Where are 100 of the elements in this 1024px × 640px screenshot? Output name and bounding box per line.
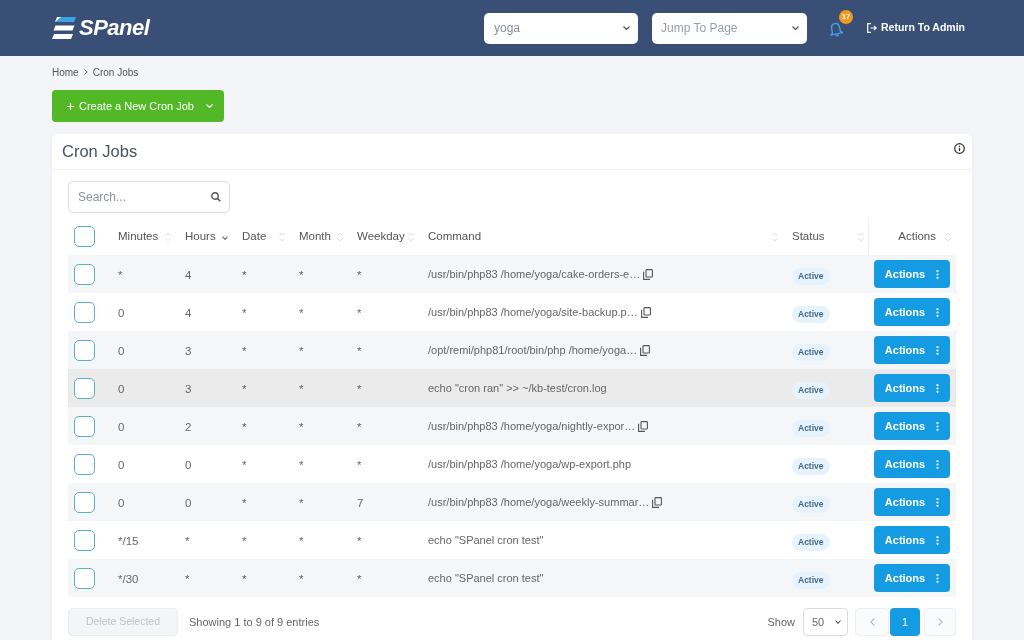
month-value: *: [299, 459, 304, 471]
command-text: /usr/bin/php83 /home/yoga/nightly-expor…: [428, 418, 636, 434]
actions-button[interactable]: Actions: [874, 526, 950, 554]
breadcrumb-current: Cron Jobs: [92, 65, 139, 80]
command-text: /usr/bin/php83 /home/yoga/site-backup.p…: [428, 304, 638, 320]
logo-text: SPanel: [79, 17, 150, 39]
command-text: /usr/bin/php83 /home/yoga/wp-export.php: [428, 456, 632, 472]
column-header[interactable]: Weekday: [347, 218, 418, 255]
exit-icon: [867, 23, 877, 33]
date-value: *: [242, 307, 247, 319]
entries-summary: Showing 1 to 9 of 9 entries: [189, 614, 320, 630]
return-to-admin-link[interactable]: Return To Admin: [867, 20, 965, 36]
weekday-value: *: [357, 345, 362, 357]
search-field[interactable]: Search...: [68, 181, 230, 213]
checkbox[interactable]: [74, 491, 95, 513]
weekday-value: 7: [357, 497, 364, 509]
show-label: Show: [767, 614, 795, 630]
month-value: *: [299, 535, 304, 547]
more-vertical-icon: [936, 573, 940, 583]
more-vertical-icon: [936, 269, 940, 279]
month-value: *: [299, 421, 304, 433]
actions-button[interactable]: Actions: [874, 488, 950, 516]
column-header[interactable]: Month: [289, 218, 347, 255]
status-badge: Active: [792, 268, 830, 285]
hour-value: 4: [185, 307, 192, 319]
chevron-right-icon: [83, 69, 88, 75]
more-vertical-icon: [936, 383, 940, 393]
actions-button[interactable]: Actions: [874, 374, 950, 402]
status-badge: Active: [792, 496, 830, 513]
command-text: /usr/bin/php83 /home/yoga/weekly-summar…: [428, 494, 650, 510]
weekday-value: *: [357, 383, 362, 395]
more-vertical-icon: [936, 535, 940, 545]
copy-icon[interactable]: [638, 420, 649, 432]
month-value: *: [299, 383, 304, 395]
checkbox[interactable]: [74, 377, 95, 399]
chevron-left-icon: [869, 618, 875, 626]
status-badge: Active: [792, 572, 830, 589]
actions-button[interactable]: Actions: [874, 564, 950, 592]
copy-icon[interactable]: [640, 306, 651, 318]
bell-icon[interactable]: [829, 22, 843, 37]
breadcrumb-link[interactable]: Home: [52, 64, 79, 80]
page-size-select[interactable]: 50: [803, 608, 848, 636]
logo-icon: [52, 17, 76, 39]
column-header[interactable]: Date: [232, 218, 289, 255]
create-cron-job-button[interactable]: Create a New Cron Job: [52, 90, 224, 122]
minute-value: 0: [118, 307, 125, 319]
page-button[interactable]: 1: [890, 608, 920, 636]
status-badge: Active: [792, 306, 830, 323]
weekday-value: *: [357, 421, 362, 433]
checkbox[interactable]: [74, 263, 95, 285]
month-value: *: [299, 497, 304, 509]
checkbox[interactable]: [74, 415, 95, 437]
chevron-down-icon: [205, 104, 213, 108]
status-badge: Active: [792, 420, 830, 437]
chevron-down-icon: [835, 620, 841, 624]
more-vertical-icon: [936, 497, 940, 507]
more-vertical-icon: [936, 307, 940, 317]
info-icon[interactable]: [954, 143, 965, 154]
checkbox[interactable]: [74, 339, 95, 361]
checkbox[interactable]: [74, 301, 95, 323]
date-value: *: [242, 345, 247, 357]
checkbox[interactable]: [74, 453, 95, 475]
minute-value: 0: [118, 345, 125, 357]
minute-value: 0: [118, 421, 125, 433]
column-header[interactable]: Minutes: [108, 218, 175, 255]
date-value: *: [242, 459, 247, 471]
command-text: echo "cron ran" >> ~/kb-test/cron.log: [428, 380, 607, 396]
copy-icon[interactable]: [643, 268, 654, 280]
minute-value: 0: [118, 459, 125, 471]
hour-value: *: [185, 573, 190, 585]
actions-button[interactable]: Actions: [874, 336, 950, 364]
actions-button[interactable]: Actions: [874, 450, 950, 478]
minute-value: 0: [118, 497, 125, 509]
status-badge: Active: [792, 344, 830, 361]
account-select[interactable]: yoga: [484, 12, 638, 44]
copy-icon[interactable]: [652, 496, 663, 508]
chevron-down-icon: [623, 26, 630, 30]
date-value: *: [242, 383, 247, 395]
weekday-value: *: [357, 535, 362, 547]
minute-value: */30: [118, 573, 139, 585]
column-header[interactable]: Hours: [175, 218, 232, 255]
date-value: *: [242, 573, 247, 585]
date-value: *: [242, 497, 247, 509]
copy-icon[interactable]: [640, 344, 651, 356]
command-text: echo "SPanel cron test": [428, 532, 544, 548]
weekday-value: *: [357, 573, 362, 585]
checkbox[interactable]: [74, 567, 95, 589]
search-icon: [211, 192, 221, 202]
checkbox[interactable]: [74, 226, 95, 247]
command-text: /usr/bin/php83 /home/yoga/cake-orders-e…: [428, 266, 641, 282]
plus-icon: [67, 102, 74, 110]
column-header[interactable]: Status: [782, 218, 868, 255]
month-value: *: [299, 307, 304, 319]
column-header[interactable]: Command: [418, 218, 782, 255]
actions-button[interactable]: Actions: [874, 298, 950, 326]
actions-button[interactable]: Actions: [874, 412, 950, 440]
page-select[interactable]: Jump To Page: [652, 12, 807, 44]
checkbox[interactable]: [74, 529, 95, 551]
actions-button[interactable]: Actions: [874, 260, 950, 288]
date-value: *: [242, 535, 247, 547]
